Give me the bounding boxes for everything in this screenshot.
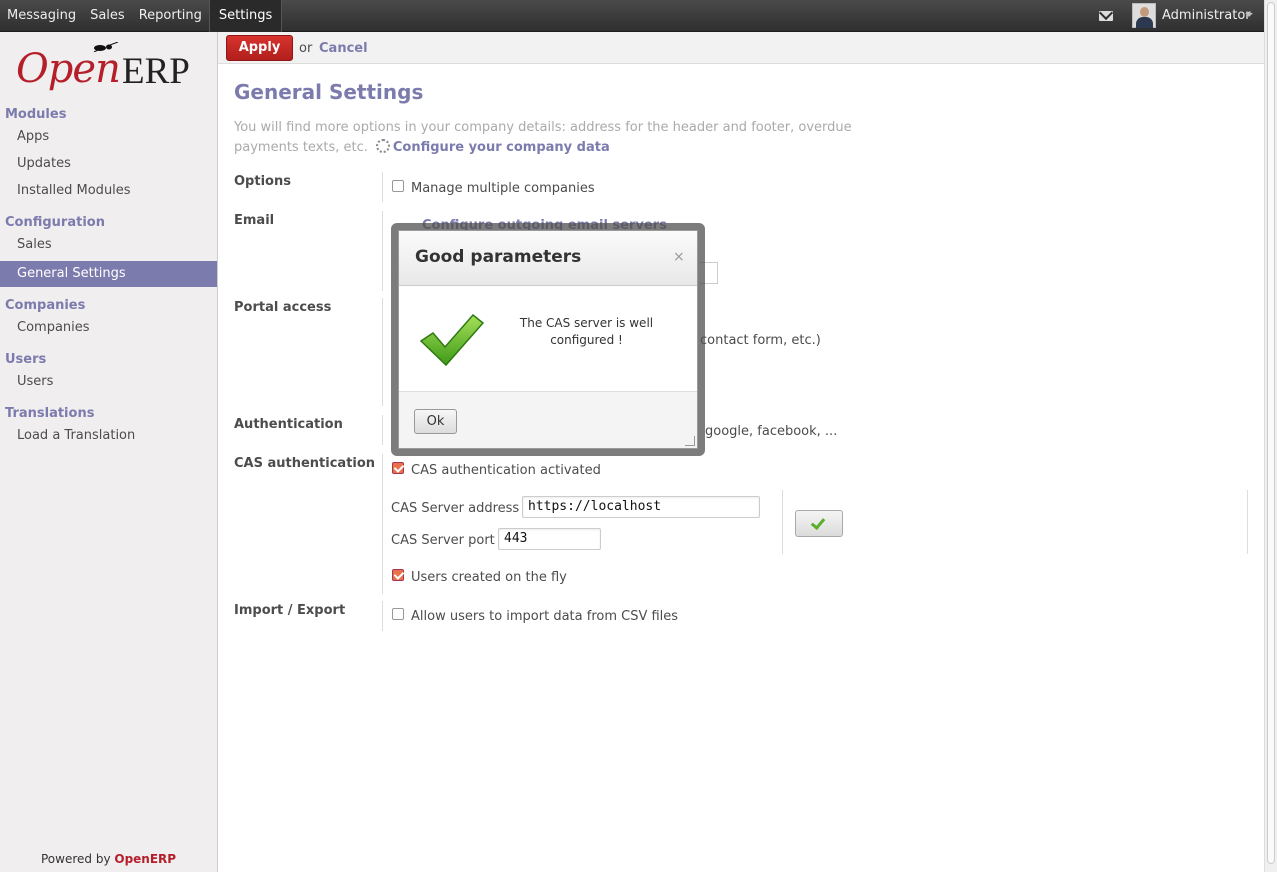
sidebar-section-configuration: Configuration: [5, 215, 105, 230]
manage-companies-checkbox[interactable]: [392, 180, 404, 192]
dialog-footer: Ok: [399, 391, 697, 448]
divider: [382, 298, 383, 406]
sidebar-item-label: General Settings: [17, 266, 126, 281]
menu-messaging[interactable]: Messaging: [0, 0, 83, 32]
good-parameters-dialog: Good parameters × The CAS server is well…: [398, 230, 698, 449]
portal-option-partial-text: contact form, etc.): [700, 333, 821, 348]
logo-open-text: Open: [16, 46, 121, 92]
cas-activated-checkbox[interactable]: [392, 462, 404, 474]
import-csv-checkbox[interactable]: [392, 608, 404, 620]
import-export-label: Import / Export: [234, 603, 346, 618]
or-text: or: [299, 41, 313, 56]
avatar[interactable]: [1132, 3, 1156, 28]
menu-reporting[interactable]: Reporting: [132, 0, 209, 32]
divider: [382, 415, 383, 445]
dialog-title: Good parameters: [415, 247, 582, 267]
sidebar-item-updates[interactable]: Updates: [17, 156, 71, 171]
portal-access-label: Portal access: [234, 300, 332, 315]
sidebar: Open ERP Modules Apps Updates Installed …: [0, 32, 218, 872]
configure-company-link[interactable]: Configure your company data: [393, 140, 610, 155]
powered-by: Powered by OpenERP: [41, 852, 176, 866]
powered-brand-link[interactable]: OpenERP: [114, 852, 176, 866]
scrollbar-thumb[interactable]: [1267, 2, 1275, 864]
menu-settings[interactable]: Settings: [208, 0, 283, 32]
sidebar-section-modules: Modules: [5, 107, 67, 122]
test-cas-connection-button[interactable]: [795, 510, 843, 537]
top-navigation-bar: Messaging Sales Reporting Settings: [0, 0, 1264, 32]
sidebar-item-load-translation[interactable]: Load a Translation: [17, 428, 135, 443]
resize-grip-icon[interactable]: [685, 436, 695, 446]
cancel-link[interactable]: Cancel: [319, 41, 368, 56]
divider: [382, 601, 383, 631]
powered-prefix: Powered by: [41, 852, 115, 866]
divider: [382, 454, 383, 594]
cas-activated-label: CAS authentication activated: [411, 463, 601, 478]
logo-erp-text: ERP: [122, 51, 190, 92]
cas-server-port-label: CAS Server port: [391, 533, 495, 548]
sidebar-section-users: Users: [5, 352, 47, 367]
top-menu: Messaging Sales Reporting Settings: [0, 0, 283, 32]
cas-server-port-input[interactable]: 443: [498, 528, 601, 550]
divider: [1247, 490, 1248, 554]
sidebar-section-companies: Companies: [5, 298, 86, 313]
sidebar-item-general-settings[interactable]: General Settings: [0, 261, 217, 287]
dialog-message: The CAS server is well configured !: [519, 316, 654, 347]
options-label: Options: [234, 174, 291, 189]
authentication-label: Authentication: [234, 417, 343, 432]
ok-button[interactable]: Ok: [414, 409, 457, 434]
cas-server-address-label: CAS Server address: [391, 501, 520, 516]
users-on-fly-checkbox[interactable]: [392, 569, 404, 581]
sidebar-item-apps[interactable]: Apps: [17, 129, 49, 144]
cas-server-address-input[interactable]: https://localhost: [522, 496, 760, 518]
user-menu[interactable]: Administrator: [1162, 8, 1251, 23]
success-check-icon: [419, 313, 485, 367]
sidebar-item-users[interactable]: Users: [17, 374, 53, 389]
email-label: Email: [234, 213, 275, 228]
sidebar-item-installed-modules[interactable]: Installed Modules: [17, 183, 131, 198]
divider: [782, 490, 783, 554]
vertical-scrollbar[interactable]: [1264, 0, 1277, 872]
divider: [382, 172, 383, 202]
sidebar-item-sales[interactable]: Sales: [17, 237, 52, 252]
chevron-down-icon[interactable]: [1245, 13, 1253, 17]
apply-button[interactable]: Apply: [226, 35, 293, 61]
intro-text: You will find more options in your compa…: [234, 118, 894, 158]
manage-companies-label: Manage multiple companies: [411, 181, 595, 196]
cas-authentication-label: CAS authentication: [234, 456, 376, 471]
close-icon[interactable]: ×: [673, 249, 685, 265]
oauth-option-partial-text: google, facebook, ...: [705, 424, 838, 439]
divider: [382, 211, 383, 291]
gear-icon: [375, 139, 390, 153]
users-on-fly-label: Users created on the fly: [411, 570, 567, 585]
checkmark-icon: [810, 514, 826, 531]
import-csv-label: Allow users to import data from CSV file…: [411, 609, 679, 624]
menu-sales[interactable]: Sales: [83, 0, 132, 32]
page-title: General Settings: [234, 80, 424, 104]
sidebar-item-companies[interactable]: Companies: [17, 320, 90, 335]
action-bar: [218, 32, 1264, 64]
mail-icon[interactable]: [1099, 11, 1113, 21]
dialog-header: Good parameters ×: [399, 231, 697, 286]
sidebar-section-translations: Translations: [5, 406, 95, 421]
